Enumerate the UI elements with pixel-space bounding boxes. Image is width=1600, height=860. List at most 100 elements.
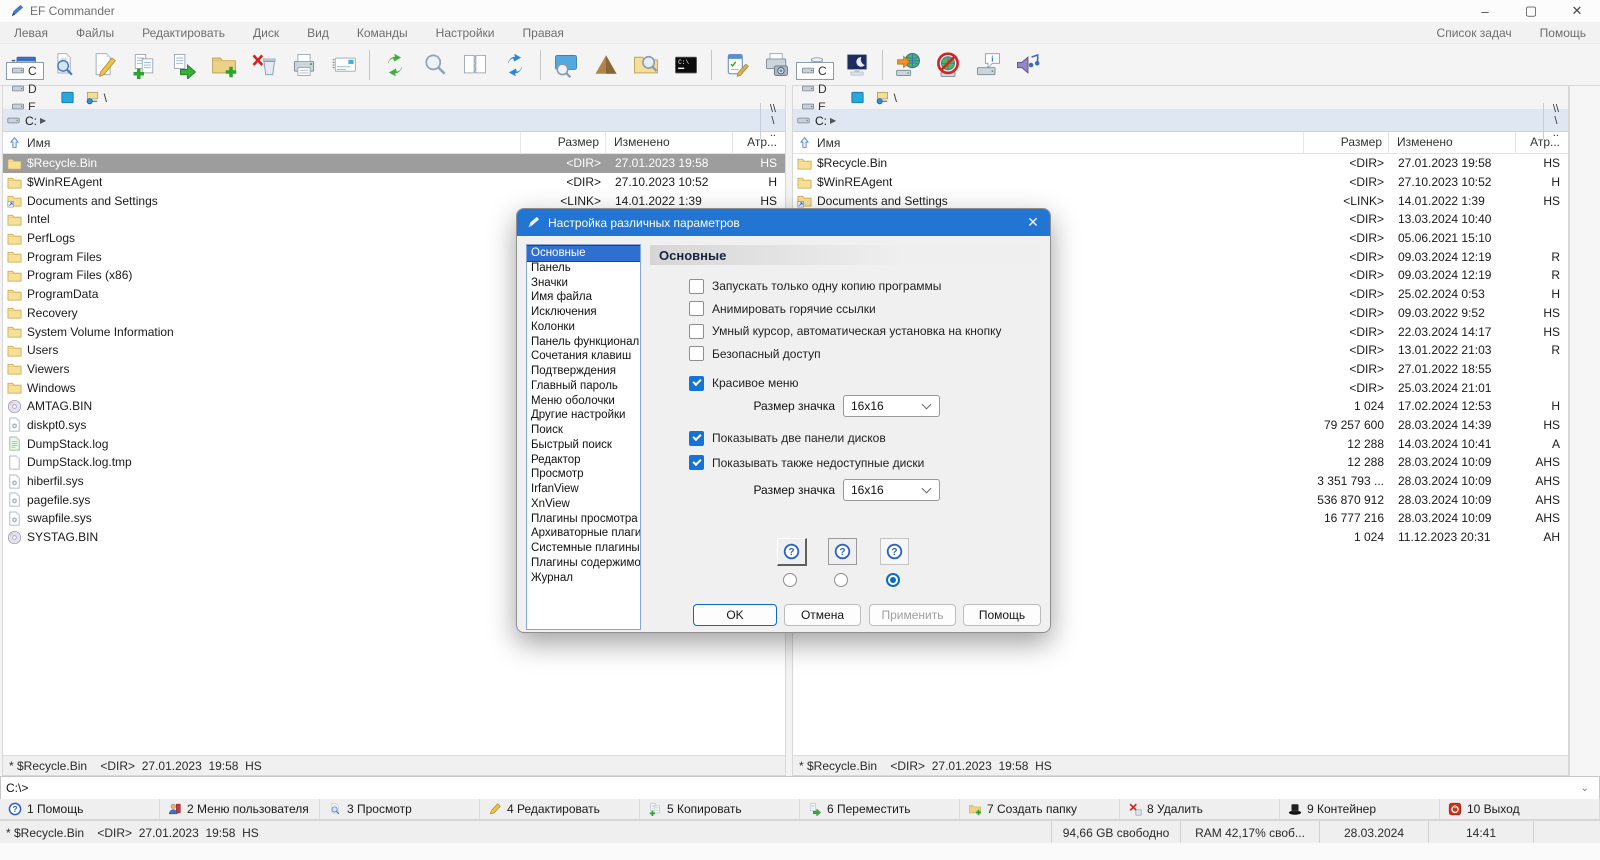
menu-item-right[interactable]: Список задач bbox=[1423, 26, 1526, 40]
checkbox-row[interactable]: Безопасный доступ bbox=[689, 346, 821, 362]
settings-category-item[interactable]: Панель функциональнь bbox=[527, 335, 640, 350]
f10-exit-button[interactable]: 10 Выход bbox=[1440, 799, 1600, 819]
settings-category-item[interactable]: Меню оболочки bbox=[527, 394, 640, 409]
checkbox[interactable] bbox=[689, 455, 704, 470]
menu-item[interactable]: Редактировать bbox=[128, 26, 239, 40]
settings-category-item[interactable]: Панель bbox=[527, 261, 640, 276]
settings-category-item[interactable]: Значки bbox=[527, 276, 640, 291]
table-row[interactable]: $Recycle.Bin <DIR> 27.01.2023 19:58 HS bbox=[3, 154, 785, 173]
menu-item[interactable]: Вид bbox=[293, 26, 343, 40]
checkbox-row[interactable]: Показывать две панели дисков bbox=[689, 430, 886, 446]
dialog-title-bar[interactable]: Настройка различных параметров ✕ bbox=[517, 209, 1050, 236]
ok-button[interactable]: OK bbox=[693, 604, 777, 626]
f9-container-button[interactable]: 9 Контейнер bbox=[1280, 799, 1440, 819]
right-scrollbar-lane[interactable] bbox=[1569, 85, 1600, 776]
settings-category-item[interactable]: Плагины содержимог bbox=[527, 556, 640, 571]
path-nav-button[interactable]: \\ bbox=[1542, 102, 1568, 115]
new-folder-button[interactable] bbox=[204, 47, 244, 83]
menu-item[interactable]: Правая bbox=[509, 26, 578, 40]
help-button[interactable]: Помощь bbox=[963, 604, 1041, 626]
address-card-button[interactable] bbox=[324, 47, 364, 83]
column-name[interactable]: Имя bbox=[793, 132, 1304, 153]
settings-category-item[interactable]: Сочетания клавиш bbox=[527, 349, 640, 364]
refresh-button[interactable] bbox=[375, 47, 415, 83]
settings-category-item[interactable]: Другие настройки bbox=[527, 408, 640, 423]
checkbox-row[interactable]: Анимировать горячие ссылки bbox=[689, 301, 876, 317]
print-setup-button[interactable] bbox=[757, 47, 797, 83]
folder-search-button[interactable] bbox=[626, 47, 666, 83]
pretty-menu-checkbox-row[interactable]: Красивое меню bbox=[689, 375, 799, 391]
table-row[interactable]: $WinREAgent <DIR> 27.10.2023 10:52 H bbox=[3, 173, 785, 192]
path-nav-button[interactable]: \ bbox=[759, 114, 785, 127]
panel-view-button[interactable] bbox=[850, 90, 865, 105]
settings-category-item[interactable]: Системные плагины bbox=[527, 541, 640, 556]
apply-button[interactable]: Применить bbox=[869, 604, 956, 626]
disk-info-button[interactable] bbox=[968, 47, 1008, 83]
settings-category-item[interactable]: Подтверждения bbox=[527, 364, 640, 379]
command-line-input[interactable]: C:\> ⌄ bbox=[0, 776, 1600, 800]
f7-new-folder-button[interactable]: 7 Создать папку bbox=[960, 799, 1120, 819]
settings-category-item[interactable]: Быстрый поиск bbox=[527, 438, 640, 453]
column-name[interactable]: Имя bbox=[3, 132, 521, 153]
column-size[interactable]: Размер bbox=[1304, 132, 1389, 153]
network-root-button[interactable]: \ bbox=[875, 90, 897, 105]
drive-button[interactable]: D bbox=[6, 80, 44, 98]
minimize-button[interactable]: – bbox=[1462, 0, 1508, 22]
move-button[interactable] bbox=[164, 47, 204, 83]
menu-icon-size-select[interactable]: 16x16 bbox=[843, 395, 940, 417]
button-style-sample-flat[interactable] bbox=[880, 538, 909, 565]
button-style-radio-2[interactable] bbox=[834, 573, 848, 587]
copy-button[interactable] bbox=[124, 47, 164, 83]
column-size[interactable]: Размер bbox=[521, 132, 606, 153]
panel-view-button[interactable] bbox=[60, 90, 75, 105]
checkbox[interactable] bbox=[689, 301, 704, 316]
column-attr[interactable]: Атр... bbox=[733, 132, 785, 153]
checkbox[interactable] bbox=[689, 430, 704, 446]
f3-view-button[interactable]: 3 Просмотр bbox=[320, 799, 480, 819]
column-modified[interactable]: Изменено bbox=[606, 132, 733, 153]
left-path-bar[interactable]: C: ▶ \\ \.. bbox=[3, 102, 785, 139]
settings-category-item[interactable]: Редактор bbox=[527, 453, 640, 468]
compare-files-button[interactable] bbox=[455, 47, 495, 83]
button-style-sample-thin[interactable] bbox=[828, 538, 857, 565]
options-button[interactable] bbox=[717, 47, 757, 83]
column-modified[interactable]: Изменено bbox=[1389, 132, 1516, 153]
path-nav-button[interactable]: \ bbox=[1542, 114, 1568, 127]
sync-dirs-button[interactable] bbox=[495, 47, 535, 83]
table-row[interactable]: $WinREAgent <DIR> 27.10.2023 10:52 H bbox=[793, 173, 1568, 192]
menu-item[interactable]: Левая bbox=[0, 26, 62, 40]
drive-button[interactable]: C bbox=[796, 61, 834, 80]
button-style-sample-raised[interactable] bbox=[777, 538, 807, 566]
map-network-drive-button[interactable] bbox=[888, 47, 928, 83]
settings-category-item[interactable]: Исключения bbox=[527, 305, 640, 320]
close-button[interactable]: ✕ bbox=[1554, 0, 1600, 22]
checkbox-row[interactable]: Запускать только одну копию программы bbox=[689, 278, 941, 294]
terminal-button[interactable] bbox=[666, 47, 706, 83]
cancel-button[interactable]: Отмена bbox=[784, 604, 861, 626]
checkbox[interactable] bbox=[689, 278, 704, 294]
network-root-button[interactable]: \ bbox=[85, 90, 107, 105]
fullscreen-view-button[interactable] bbox=[546, 47, 586, 83]
path-nav-button[interactable]: \\ bbox=[759, 102, 785, 115]
menu-item[interactable]: Настройки bbox=[422, 26, 509, 40]
f8-delete-button[interactable]: 8 Удалить bbox=[1120, 799, 1280, 819]
drive-button[interactable]: D bbox=[796, 80, 834, 98]
settings-category-item[interactable]: Плагины просмотра bbox=[527, 512, 640, 527]
button-style-radio-1[interactable] bbox=[783, 573, 797, 587]
menu-item[interactable]: Команды bbox=[343, 26, 422, 40]
drive-icon-size-select[interactable]: 16x16 bbox=[843, 479, 940, 501]
delete-button[interactable] bbox=[244, 47, 284, 83]
settings-category-item[interactable]: IrfanView bbox=[527, 482, 640, 497]
toolbar-separator[interactable] bbox=[535, 47, 546, 83]
settings-category-item[interactable]: Главный пароль bbox=[527, 379, 640, 394]
maximize-button[interactable]: ▢ bbox=[1508, 0, 1554, 22]
search-button[interactable] bbox=[415, 47, 455, 83]
print-button[interactable] bbox=[284, 47, 324, 83]
f6-move-button[interactable]: 6 Переместить bbox=[800, 799, 960, 819]
toolbar-separator[interactable] bbox=[706, 47, 717, 83]
menu-item[interactable]: Файлы bbox=[62, 26, 128, 40]
view-file-button[interactable] bbox=[44, 47, 84, 83]
f5-copy-button[interactable]: 5 Копировать bbox=[640, 799, 800, 819]
table-row[interactable]: $Recycle.Bin <DIR> 27.01.2023 19:58 HS bbox=[793, 154, 1568, 173]
settings-category-item[interactable]: XnView bbox=[527, 497, 640, 512]
